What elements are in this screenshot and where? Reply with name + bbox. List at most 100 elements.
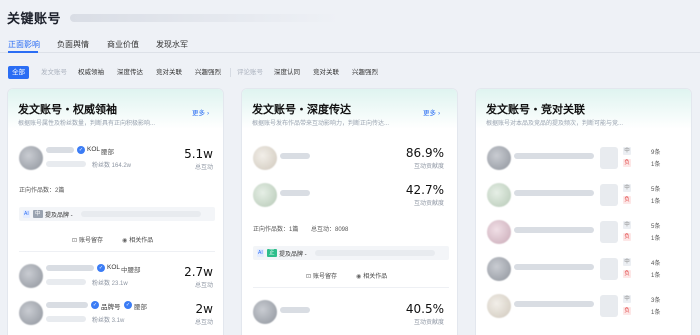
total-interaction-label: 总互动 xyxy=(194,320,213,326)
card-title: 发文账号・权威领袖 xyxy=(18,104,117,116)
avatar[interactable] xyxy=(487,183,511,207)
tab-commercial-value[interactable]: 商业价值 xyxy=(107,39,139,50)
page-title: 关键账号 xyxy=(7,11,62,26)
sentiment-tag: 中 xyxy=(33,210,43,218)
avatar[interactable] xyxy=(19,264,43,288)
avatar[interactable] xyxy=(253,300,277,324)
redacted-name xyxy=(514,153,594,159)
card-subtitle: 根据账号属性及粉丝数量，判断具有正向积极影响... xyxy=(18,121,156,127)
avatar[interactable] xyxy=(19,301,43,325)
sentiment-negative-tag: 负 xyxy=(623,233,631,241)
avatar[interactable] xyxy=(19,146,43,170)
tab-find-troll[interactable]: 发现水军 xyxy=(156,39,188,50)
account-level: 腰部 xyxy=(134,304,147,311)
avatar[interactable] xyxy=(487,220,511,244)
contribution-label: 互动贡献度 xyxy=(413,320,444,326)
total-interaction-label: 总互动 xyxy=(194,283,213,289)
save-icon: ⊡ xyxy=(306,274,312,280)
filter-deep-agree[interactable]: 深度认同 xyxy=(271,66,303,79)
total-interaction-value: 2w xyxy=(195,302,213,316)
more-link[interactable]: 更多 › xyxy=(192,107,209,117)
redacted-brand-block xyxy=(600,221,618,243)
sentiment-neutral-tag: 中 xyxy=(623,295,631,303)
avatar[interactable] xyxy=(487,294,511,318)
account-tag: 品牌号 xyxy=(101,304,121,311)
tab-active-underline xyxy=(8,51,38,53)
redacted-handle xyxy=(46,161,86,167)
fans-count: 粉丝数 164.2w xyxy=(92,163,132,169)
kol-badge-icon: ✓ xyxy=(77,146,85,154)
eye-icon: ◉ xyxy=(356,274,362,280)
more-link[interactable]: 更多 › xyxy=(423,107,440,117)
redacted-brand-block xyxy=(600,147,618,169)
card-deep-convey: 发文账号・深度传达 更多 › 根据账号发布作品带来互动影响力，判断正向传达... … xyxy=(241,88,458,335)
eye-icon: ◉ xyxy=(122,238,128,244)
total-interaction-label: 总互动 xyxy=(194,165,213,171)
contribution-value: 42.7% xyxy=(405,183,444,197)
kol-badge-icon: ✓ xyxy=(97,264,105,272)
brand-mention-text: 提及品牌 - xyxy=(279,252,307,258)
filter-competitor-post[interactable]: 竞对关联 xyxy=(153,66,185,79)
divider xyxy=(253,287,449,288)
brand-badge-icon: ✓ xyxy=(91,301,99,309)
mention-count: 1条 xyxy=(651,310,661,316)
tab-negative-sentiment[interactable]: 负面舆情 xyxy=(57,39,89,50)
mention-count: 9条 xyxy=(651,150,661,156)
retain-account-button[interactable]: ⊡ 账号留存 xyxy=(72,235,103,244)
mention-count: 5条 xyxy=(651,224,661,230)
tab-positive-impact[interactable]: 正面影响 xyxy=(8,39,40,50)
card-title: 发文账号・深度传达 xyxy=(252,104,351,116)
filter-strong-interest-post[interactable]: 兴趣强烈 xyxy=(192,66,224,79)
contribution-label: 互动贡献度 xyxy=(413,201,444,207)
sentiment-neutral-tag: 中 xyxy=(623,147,631,155)
filter-group-post-accounts: 发文账号 xyxy=(41,69,67,76)
redacted-content xyxy=(315,250,435,256)
filter-strong-interest-comment[interactable]: 兴趣强烈 xyxy=(349,66,381,79)
account-tag: KOL xyxy=(107,264,121,271)
sentiment-negative-tag: 负 xyxy=(623,307,631,315)
kol-badge-icon: ✓ xyxy=(124,301,132,309)
filter-divider xyxy=(230,68,231,77)
account-tag: KOL xyxy=(87,146,101,153)
card-subtitle: 根据账号对本品及竞品的提及频次，判断可能与竞... xyxy=(486,121,624,127)
redacted-brand-block xyxy=(600,258,618,280)
filter-competitor-comment[interactable]: 竞对关联 xyxy=(310,66,342,79)
avatar[interactable] xyxy=(487,257,511,281)
filter-authority-leader[interactable]: 权威领袖 xyxy=(75,66,107,79)
positive-works-count: 正向作品数：2篇 xyxy=(19,188,65,194)
redacted-name xyxy=(514,227,594,233)
card-subtitle: 根据账号发布作品带来互动影响力，判断正向传达... xyxy=(252,121,390,127)
redacted-name xyxy=(514,301,594,307)
filter-deep-convey[interactable]: 深度传达 xyxy=(114,66,146,79)
filter-group-comment-accounts: 评论账号 xyxy=(237,69,263,76)
redacted-handle xyxy=(46,316,86,322)
avatar[interactable] xyxy=(253,183,277,207)
ai-tag: AI xyxy=(23,210,30,218)
retain-account-button[interactable]: ⊡ 账号留存 xyxy=(306,271,337,280)
redacted-brand-block xyxy=(600,295,618,317)
related-works-button[interactable]: ◉ 相关作品 xyxy=(122,235,153,244)
works-total-interaction: 总互动：8098 xyxy=(311,227,349,233)
mention-count: 4条 xyxy=(651,261,661,267)
card-competitor-related: 发文账号・竞对关联 根据账号对本品及竞品的提及频次，判断可能与竞... 中 9条… xyxy=(475,88,692,335)
filter-all[interactable]: 全部 xyxy=(8,66,29,79)
tab-bar: 正面影响 负面舆情 商业价值 发现水军 xyxy=(0,35,700,53)
account-level: 中腰部 xyxy=(121,267,141,274)
redacted-name xyxy=(46,265,94,271)
related-works-button[interactable]: ◉ 相关作品 xyxy=(356,271,387,280)
divider xyxy=(19,251,215,252)
avatar[interactable] xyxy=(253,146,277,170)
redacted-name xyxy=(46,302,88,308)
avatar[interactable] xyxy=(487,146,511,170)
ai-tag: AI xyxy=(257,249,264,257)
contribution-label: 互动贡献度 xyxy=(413,164,444,170)
redacted-content xyxy=(81,211,201,217)
total-interaction-value: 2.7w xyxy=(184,265,213,279)
contribution-value: 40.5% xyxy=(405,302,444,316)
card-title: 发文账号・竞对关联 xyxy=(486,104,585,116)
sentiment-negative-tag: 负 xyxy=(623,196,631,204)
redacted-name xyxy=(514,190,594,196)
redacted-name xyxy=(280,307,310,313)
brand-mention-text: 提及品牌 - xyxy=(45,213,73,219)
brand-mention-row: AI 正 提及品牌 - xyxy=(253,246,449,260)
